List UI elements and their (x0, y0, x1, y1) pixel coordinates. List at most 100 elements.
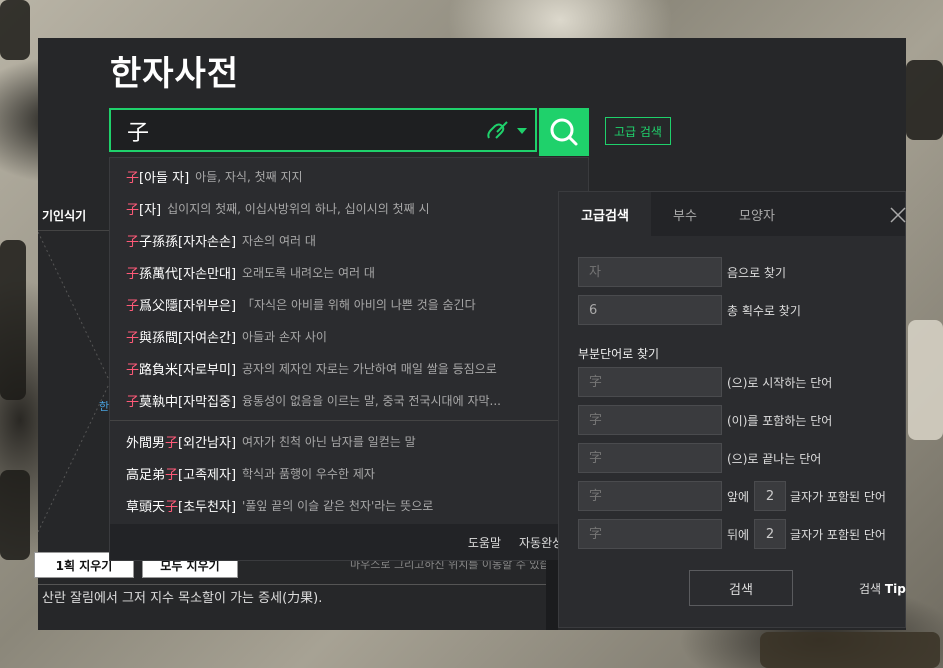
suggestion-reading: [고족제자] (178, 467, 237, 483)
suggestion-meaning: 오래도록 내려오는 여러 대 (242, 265, 375, 280)
reading-input[interactable] (578, 257, 722, 287)
suggestion-meaning: 여자가 친척 아닌 남자를 일컫는 말 (242, 434, 416, 449)
calligraphy-stroke (0, 240, 26, 400)
ends-with-label: (으)로 끝나는 단어 (727, 452, 822, 466)
stroke-count-input[interactable] (578, 295, 722, 325)
suggestion-prefix: 高足弟 (126, 467, 166, 483)
front-suffix-label: 글자가 포함된 단어 (790, 490, 886, 504)
suggestion-reading: [자손만대] (178, 266, 237, 282)
advanced-search-panel: 고급검색 부수 모양자 음으로 찾기 총 획수로 찾기 부분단어로 찾기 (으)… (558, 191, 906, 628)
calligraphy-stroke (760, 632, 940, 668)
suggestion-suffix: 莫執中 (139, 394, 179, 410)
suggestion-item[interactable]: 子 [아들 자] 아들, 자식, 첫째 지지 (126, 163, 586, 189)
handwriting-tab-label: 기인식기 (42, 208, 87, 223)
close-icon[interactable] (889, 206, 907, 224)
divider (110, 420, 588, 421)
suggestion-prefix: 草頭天 (126, 499, 166, 515)
front-chars-input[interactable] (578, 481, 722, 511)
front-label: 앞에 (727, 490, 750, 504)
divider (546, 560, 558, 630)
suggestion-item[interactable]: 子 [자] 십이지의 첫째, 이십사방위의 하나, 십이시의 첫째 시 (126, 195, 586, 221)
link-pen-icon[interactable] (485, 120, 511, 144)
suggestion-meaning: 아들, 자식, 첫째 지지 (195, 169, 303, 184)
suggestion-reading: [자] (139, 202, 162, 218)
reading-label: 음으로 찾기 (727, 266, 787, 280)
suggestion-highlight: 子 (126, 298, 140, 314)
handwriting-tab[interactable]: 기인식기 (38, 200, 114, 231)
tip-prefix: 검색 (859, 582, 882, 596)
suggestion-item[interactable]: 子爲父隱 [자위부은] 「자식은 아비를 위해 아비의 나쁜 것을 숨긴다 (126, 291, 586, 317)
search-icon (550, 118, 578, 146)
suggestion-meaning: '풀잎 끝의 이슬 같은 천자'라는 뜻으로 (242, 498, 434, 513)
partial-word-section-title: 부분단어로 찾기 (578, 347, 660, 361)
contains-input[interactable] (578, 405, 722, 435)
suggestion-highlight: 子 (165, 499, 179, 515)
suggestion-highlight: 子 (126, 394, 140, 410)
help-link[interactable]: 도움말 (468, 534, 501, 551)
suggestion-item[interactable]: 高足弟子 [고족제자] 학식과 품행이 우수한 제자 (126, 460, 586, 486)
advanced-search-button[interactable]: 고급 검색 (605, 117, 671, 145)
suggestion-meaning: 「자식은 아비를 위해 아비의 나쁜 것을 숨긴다 (242, 297, 476, 312)
starts-with-input[interactable] (578, 367, 722, 397)
canvas-hint-char: 한 (99, 400, 110, 413)
stroke-count-label: 총 획수로 찾기 (727, 304, 801, 318)
front-count-input[interactable] (754, 481, 786, 511)
suggestion-highlight: 子 (126, 266, 140, 282)
back-count-input[interactable] (754, 519, 786, 549)
back-label: 뒤에 (727, 528, 750, 542)
suggestion-suffix: 與孫間 (139, 330, 179, 346)
suggestion-item[interactable]: 子孫萬代 [자손만대] 오래도록 내려오는 여러 대 (126, 259, 586, 285)
suggestion-item[interactable]: 子子孫孫 [자자손손] 자손의 여러 대 (126, 227, 586, 253)
suggestion-prefix: 外間男 (126, 435, 166, 451)
search-tip-link[interactable]: 검색 Tip (859, 580, 906, 597)
suggestion-highlight: 子 (165, 467, 179, 483)
suggestion-meaning: 공자의 제자인 자로는 가난하여 매일 쌀을 등짐으로 (242, 361, 497, 376)
suggestion-meaning: 자손의 여러 대 (242, 233, 316, 248)
calligraphy-stroke (906, 60, 943, 140)
suggestion-highlight: 子 (126, 362, 140, 378)
suggestion-item[interactable]: 子莫執中 [자막집중] 융통성이 없음을 이르는 말, 중국 전국시대에 자막... (126, 387, 586, 413)
advanced-search-submit-button[interactable]: 검색 (689, 570, 793, 606)
calligraphy-stroke (0, 0, 30, 60)
suggestion-meaning: 융통성이 없음을 이르는 말, 중국 전국시대에 자막... (242, 393, 501, 408)
calligraphy-stroke (0, 470, 30, 560)
suggestion-reading: [자자손손] (178, 234, 237, 250)
tab-radical[interactable]: 부수 (651, 192, 719, 236)
erase-one-label: 1획 지우기 (55, 558, 113, 573)
suggestion-suffix: 爲父隱 (139, 298, 179, 314)
suggestion-item[interactable]: 外間男子 [외간남자] 여자가 친척 아닌 남자를 일컫는 말 (126, 428, 586, 454)
suggestion-item[interactable]: 子路負米 [자로부미] 공자의 제자인 자로는 가난하여 매일 쌀을 등짐으로 (126, 355, 586, 381)
suggestion-highlight: 子 (126, 202, 140, 218)
suggestion-highlight: 子 (126, 330, 140, 346)
suggestion-suffix: 路負米 (139, 362, 179, 378)
suggestion-reading: [초두천자] (178, 499, 237, 515)
suggestion-reading: [외간남자] (178, 435, 237, 451)
suggestion-reading: [자위부은] (178, 298, 237, 314)
tab-shape[interactable]: 모양자 (719, 192, 795, 236)
contains-label: (이)를 포함하는 단어 (727, 414, 833, 428)
suggestion-item[interactable]: 草頭天子 [초두천자] '풀잎 끝의 이슬 같은 천자'라는 뜻으로 (126, 492, 586, 518)
search-button[interactable] (539, 108, 589, 156)
starts-with-label: (으)로 시작하는 단어 (727, 376, 833, 390)
suggestion-suffix: 子孫孫 (139, 234, 179, 250)
suggestion-reading: [자로부미] (178, 362, 237, 378)
suggestion-highlight: 子 (126, 170, 140, 186)
chevron-down-icon[interactable] (517, 128, 527, 134)
handwriting-canvas[interactable] (38, 232, 110, 532)
suggestion-meaning: 학식과 품행이 우수한 제자 (242, 466, 375, 481)
back-suffix-label: 글자가 포함된 단어 (790, 528, 886, 542)
suggestion-reading: [자막집중] (178, 394, 237, 410)
suggestion-highlight: 子 (126, 234, 140, 250)
tip-bold: Tip (884, 582, 906, 596)
calligraphy-stroke (908, 320, 943, 440)
search-input[interactable] (125, 116, 469, 146)
ends-with-input[interactable] (578, 443, 722, 473)
page-title: 한자사전 (110, 54, 240, 94)
tab-advanced-search[interactable]: 고급검색 (559, 192, 651, 236)
back-chars-input[interactable] (578, 519, 722, 549)
suggestion-reading: [아들 자] (139, 170, 190, 186)
suggestion-meaning: 십이지의 첫째, 이십사방위의 하나, 십이시의 첫째 시 (167, 201, 430, 216)
search-box (109, 108, 537, 152)
suggestion-suffix: 孫萬代 (139, 266, 179, 282)
suggestion-item[interactable]: 子與孫間 [자여손간] 아들과 손자 사이 (126, 323, 586, 349)
